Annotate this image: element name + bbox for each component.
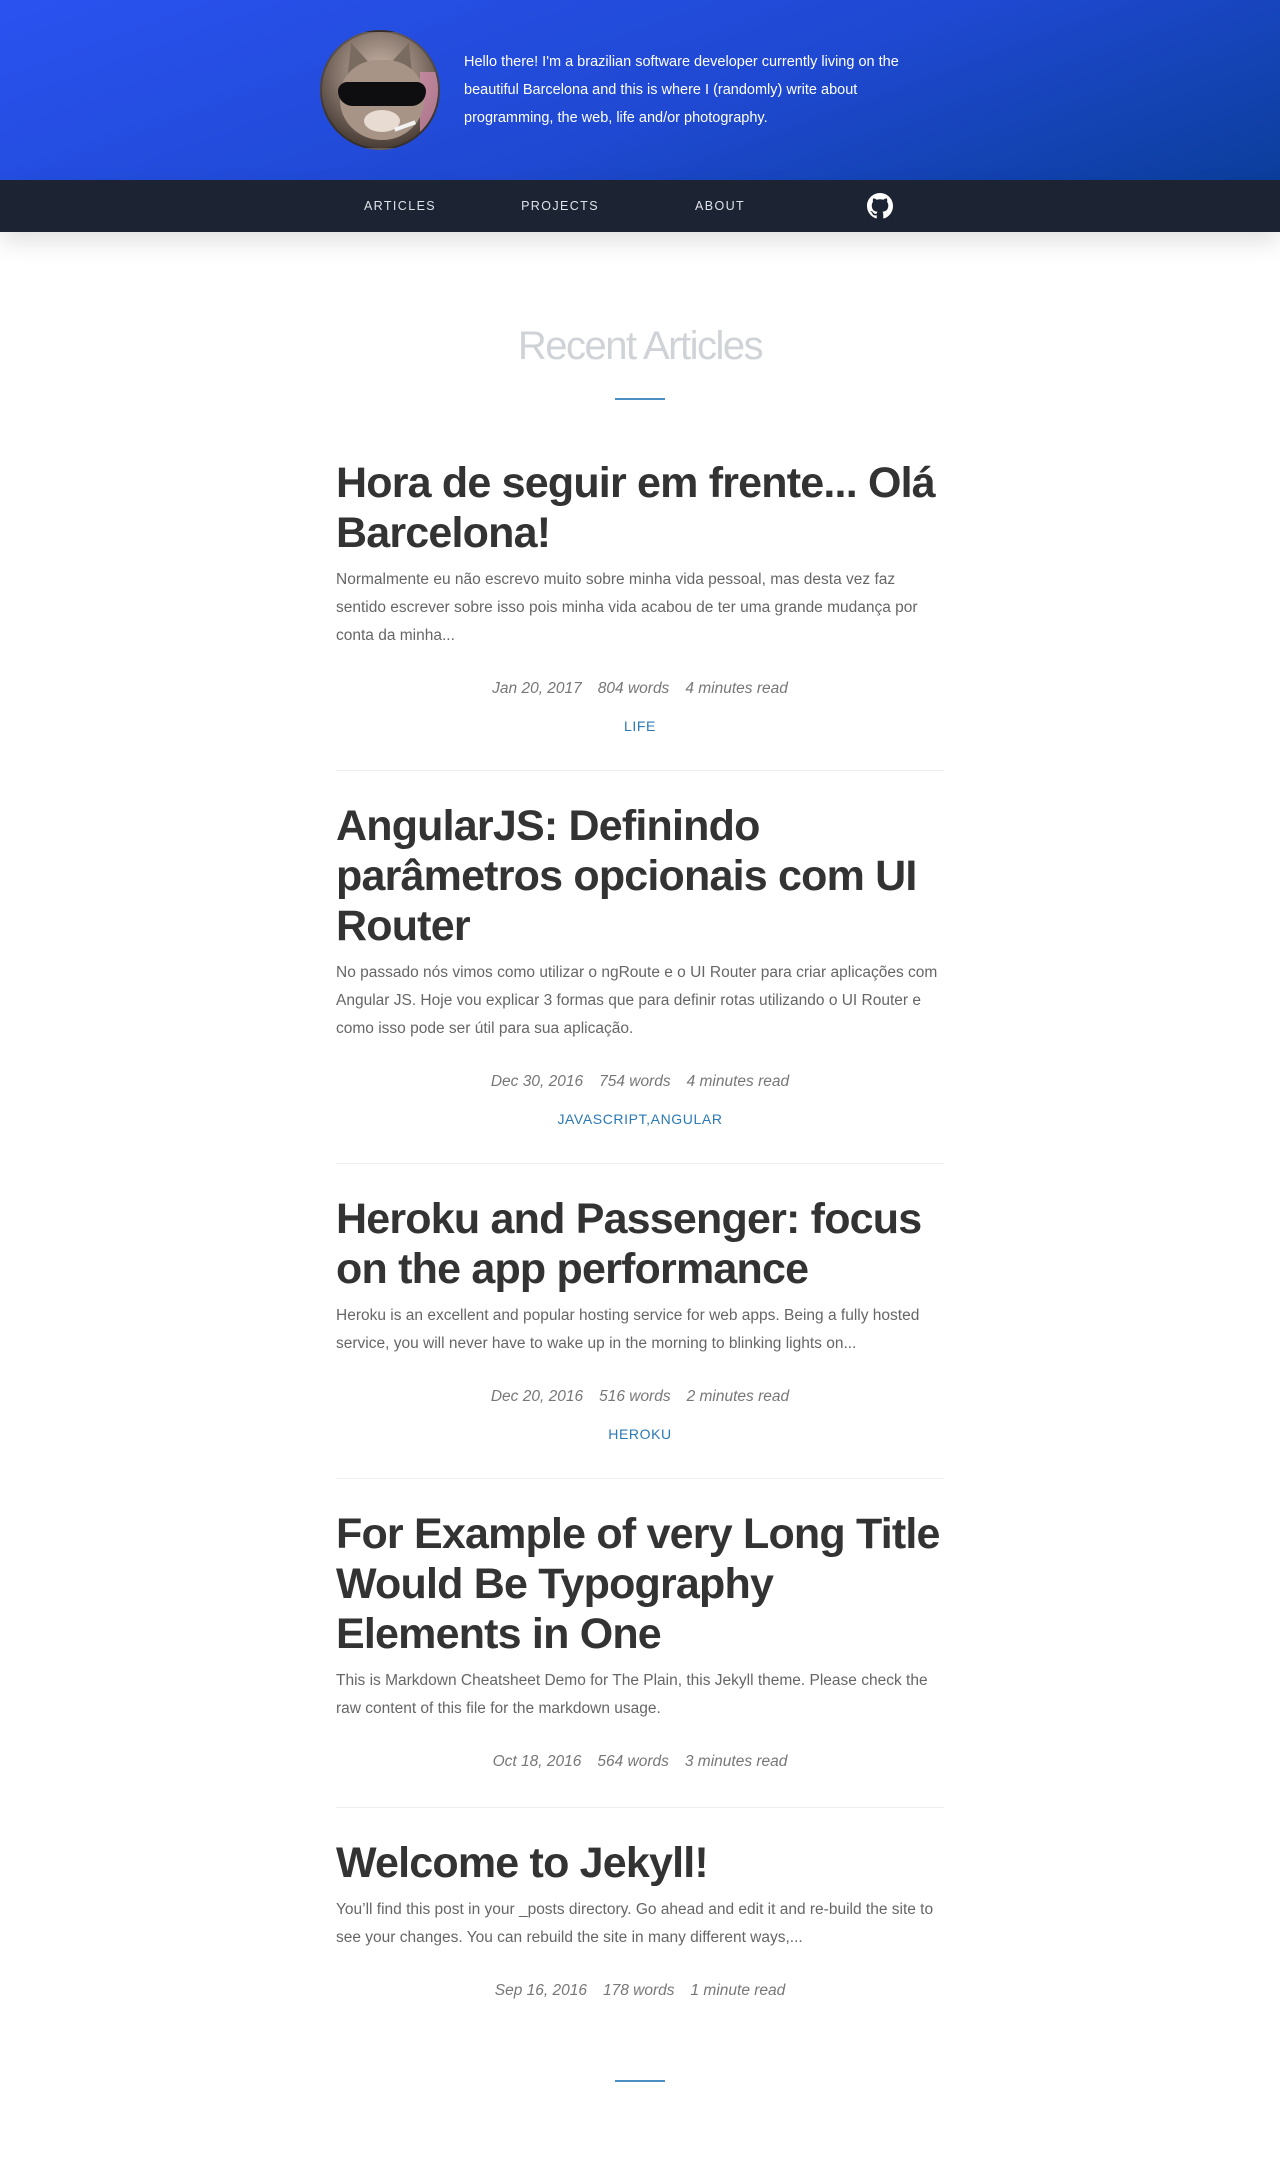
article-meta: Oct 18, 2016 564 words 3 minutes read: [336, 1751, 944, 1773]
article-excerpt: Heroku is an excellent and popular hosti…: [336, 1307, 920, 1352]
intro-text: Hello there! I'm a brazilian software de…: [464, 54, 899, 126]
nav-item-about[interactable]: ABOUT: [640, 180, 800, 232]
article-excerpt: No passado nós vimos como utilizar o ngR…: [336, 964, 938, 1037]
article-word-count: 754 words: [599, 1073, 671, 1090]
article-date: Jan 20, 2017: [492, 680, 582, 697]
article-date: Dec 20, 2016: [490, 1388, 584, 1405]
article-card: Hora de seguir em frente... Olá Barcelon…: [336, 458, 944, 771]
main-nav: ARTICLES PROJECTS ABOUT: [0, 180, 1280, 232]
article-title[interactable]: Hora de seguir em frente... Olá Barcelon…: [336, 458, 944, 558]
article-read-time: 4 minutes read: [685, 680, 788, 697]
article-word-count: 804 words: [597, 680, 670, 697]
article-excerpt: You’ll find this post in your _posts dir…: [336, 1901, 934, 1946]
article-date: Dec 30, 2016: [490, 1073, 584, 1090]
article-tags[interactable]: LIFE: [336, 716, 944, 736]
article-card: AngularJS: Definindo parâmetros opcionai…: [336, 801, 944, 1164]
avatar: [320, 30, 440, 150]
site-header: Hello there! I'm a brazilian software de…: [0, 0, 1280, 180]
nav-item-github[interactable]: [800, 180, 960, 232]
article-card: Heroku and Passenger: focus on the app p…: [336, 1194, 944, 1479]
article-meta: Sep 16, 2016 178 words 1 minute read: [336, 1980, 944, 2002]
article-tags[interactable]: HEROKU: [336, 1424, 944, 1444]
bottom-divider: [615, 2080, 665, 2082]
article-title[interactable]: AngularJS: Definindo parâmetros opcionai…: [336, 801, 944, 951]
article-title[interactable]: Welcome to Jekyll!: [336, 1838, 944, 1888]
article-read-time: 4 minutes read: [686, 1073, 790, 1090]
article-read-time: 1 minute read: [690, 1982, 786, 1999]
section-title: Recent Articles: [517, 324, 764, 368]
article-read-time: 3 minutes read: [684, 1753, 788, 1770]
article-read-time: 2 minutes read: [686, 1388, 790, 1405]
nav-item-articles[interactable]: ARTICLES: [320, 180, 480, 232]
nav-item-projects[interactable]: PROJECTS: [480, 180, 640, 232]
article-meta: Dec 20, 2016 516 words 2 minutes read: [336, 1386, 944, 1408]
title-divider: [615, 398, 665, 400]
article-meta: Jan 20, 2017 804 words 4 minutes read: [336, 678, 944, 700]
github-icon: [867, 193, 893, 219]
article-card: Welcome to Jekyll! You’ll find this post…: [336, 1838, 944, 2036]
article-word-count: 516 words: [599, 1388, 671, 1405]
article-title[interactable]: Heroku and Passenger: focus on the app p…: [336, 1194, 944, 1294]
article-excerpt: This is Markdown Cheatsheet Demo for The…: [336, 1672, 928, 1717]
article-meta: Dec 30, 2016 754 words 4 minutes read: [336, 1071, 944, 1093]
article-date: Sep 16, 2016: [494, 1982, 587, 1999]
article-title[interactable]: For Example of very Long Title Would Be …: [336, 1509, 944, 1659]
main-content: Recent Articles Hora de seguir em frente…: [336, 318, 944, 2082]
article-word-count: 564 words: [597, 1753, 669, 1770]
article-date: Oct 18, 2016: [492, 1753, 582, 1770]
article-word-count: 178 words: [602, 1982, 675, 1999]
article-card: For Example of very Long Title Would Be …: [336, 1509, 944, 1808]
article-excerpt: Normalmente eu não escrevo muito sobre m…: [336, 571, 918, 644]
article-tags[interactable]: JAVASCRIPT,ANGULAR: [336, 1109, 944, 1129]
